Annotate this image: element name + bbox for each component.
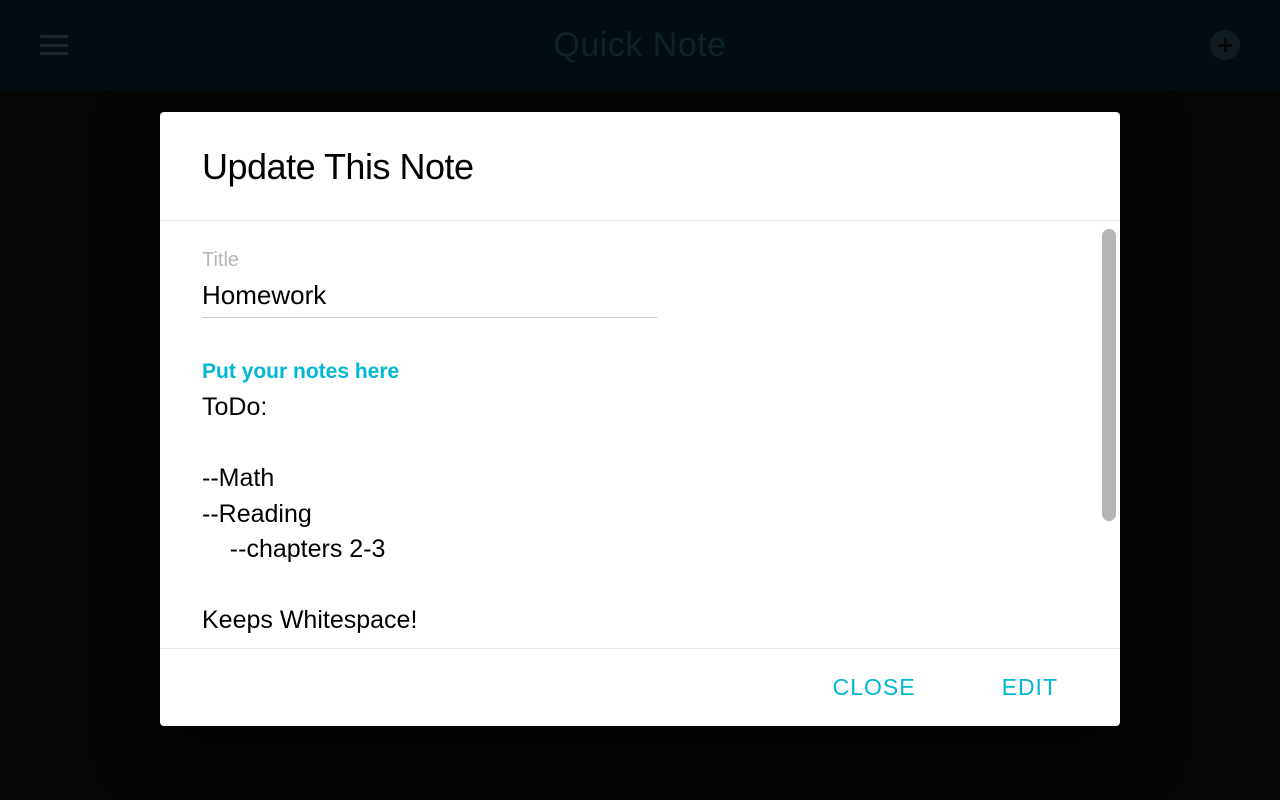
- notes-label: Put your notes here: [202, 360, 1078, 384]
- notes-textarea[interactable]: [202, 390, 1078, 648]
- dialog-footer: CLOSE EDIT: [160, 648, 1120, 726]
- modal-overlay: Update This Note Title Put your notes he…: [0, 0, 1280, 800]
- title-input[interactable]: [202, 278, 657, 318]
- edit-button[interactable]: EDIT: [1002, 674, 1058, 701]
- update-note-dialog: Update This Note Title Put your notes he…: [160, 112, 1120, 726]
- title-label: Title: [202, 249, 1078, 272]
- dialog-header: Update This Note: [160, 112, 1120, 221]
- dialog-title: Update This Note: [202, 146, 1078, 188]
- close-button[interactable]: CLOSE: [833, 674, 916, 701]
- scrollbar-thumb[interactable]: [1102, 229, 1116, 521]
- dialog-body: Title Put your notes here: [160, 221, 1120, 648]
